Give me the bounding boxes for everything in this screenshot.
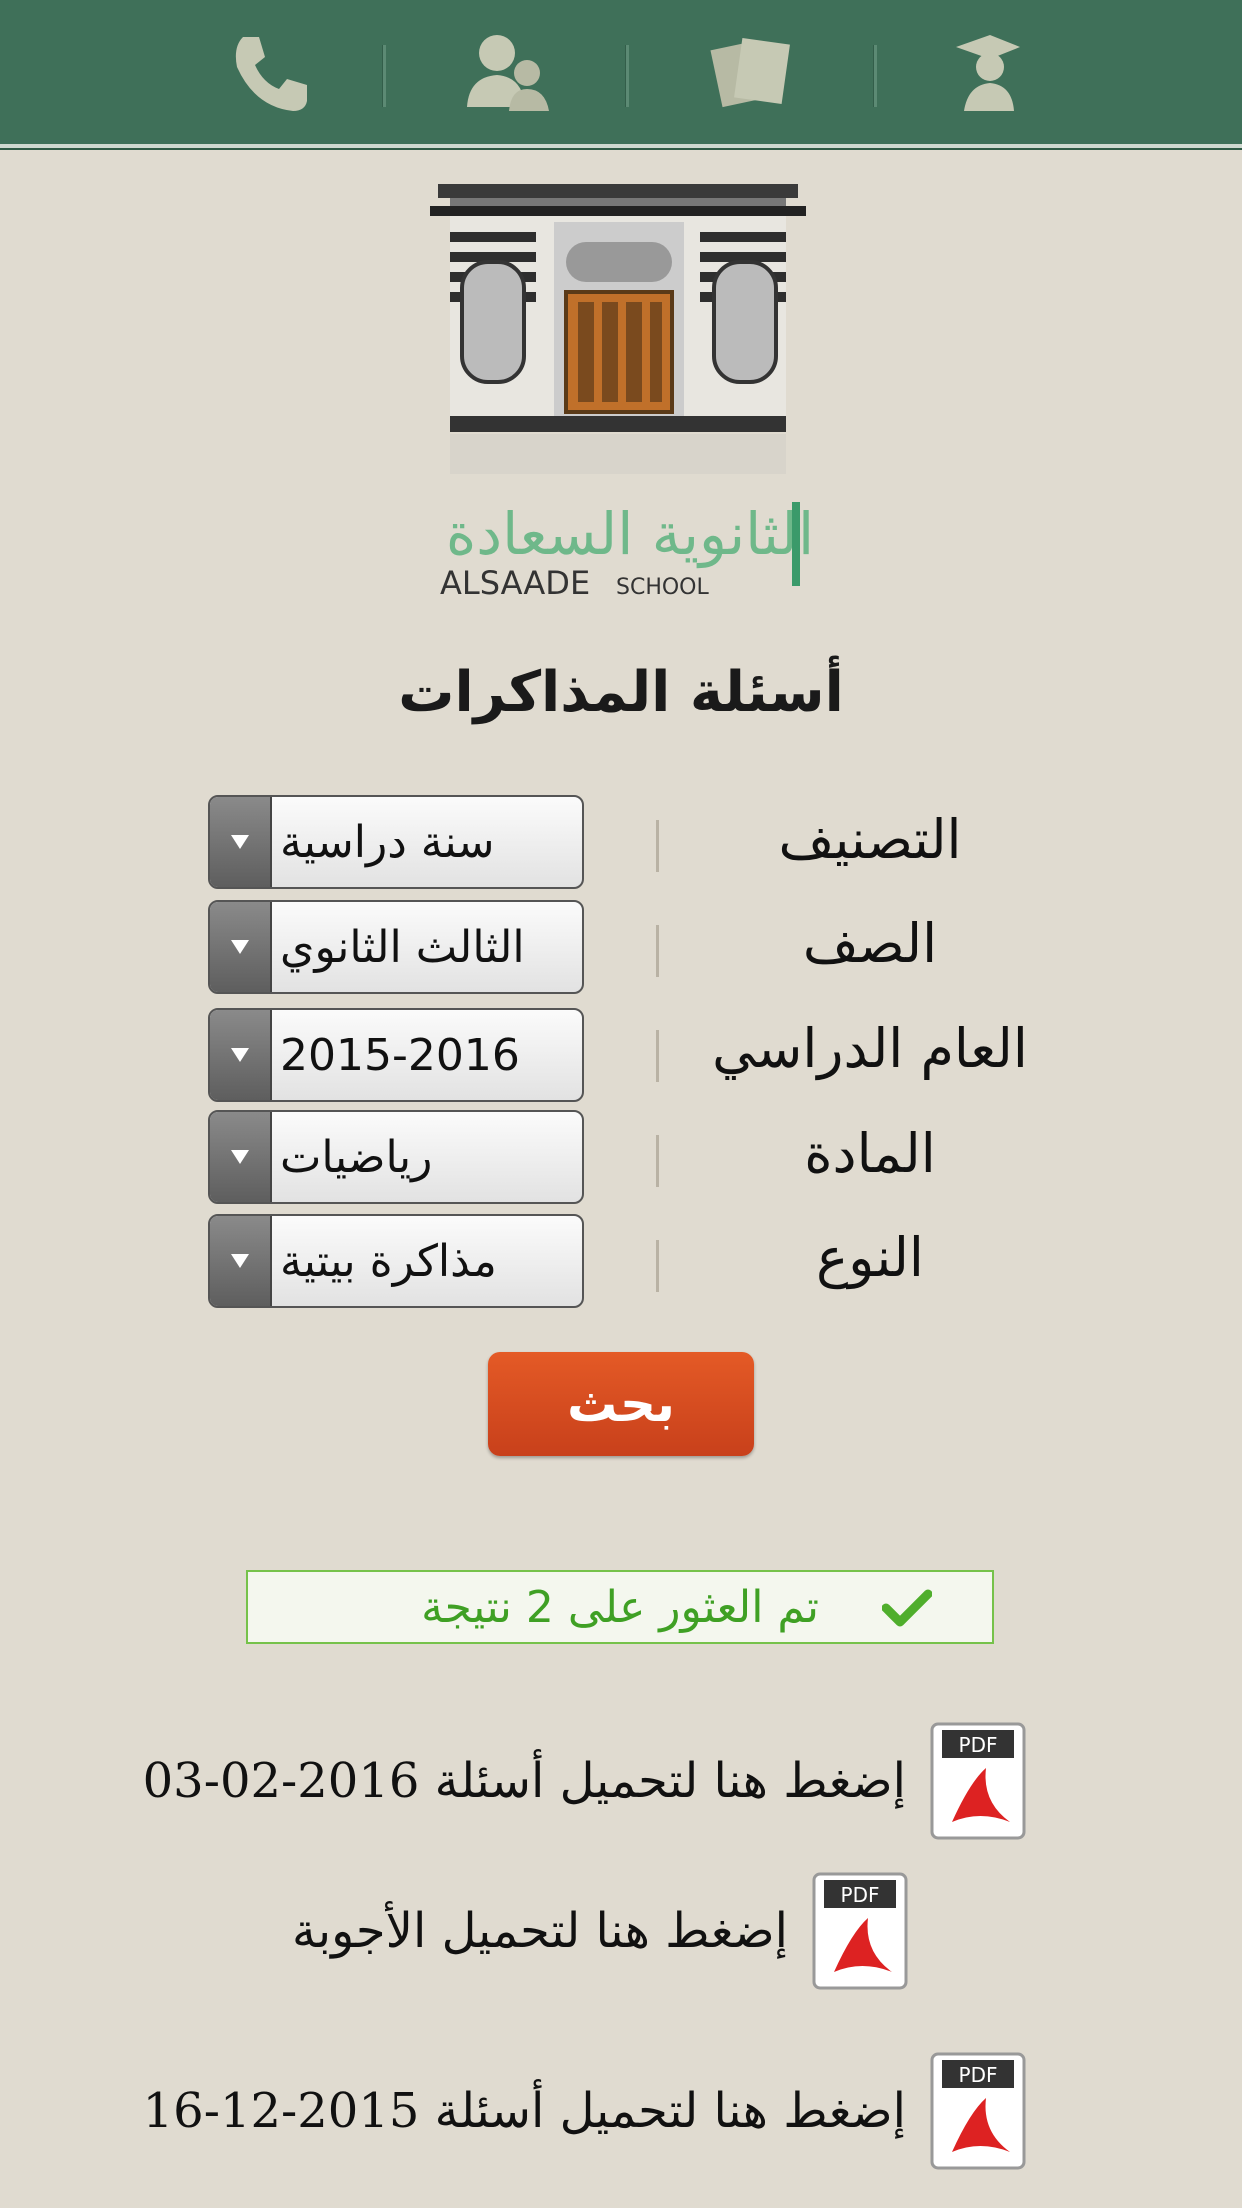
label-year: العام الدراسي bbox=[712, 1017, 1028, 1080]
svg-text:الثانوية السعادة: الثانوية السعادة bbox=[446, 500, 814, 569]
subject-select[interactable]: رياضيات bbox=[208, 1110, 584, 1204]
label-grade: الصف bbox=[802, 912, 938, 975]
papers-icon bbox=[710, 37, 790, 108]
year-value: 2015-2016 bbox=[280, 1029, 520, 1081]
nav-graduate-button[interactable] bbox=[930, 22, 1040, 122]
category-select[interactable]: سنة دراسية bbox=[208, 795, 584, 889]
year-select[interactable]: 2015-2016 bbox=[208, 1008, 584, 1102]
download-answers-link[interactable]: PDF إضغط هنا لتحميل الأجوبة bbox=[292, 1872, 908, 1990]
grade-value: الثالث الثانوي bbox=[280, 921, 525, 973]
users-icon bbox=[467, 35, 549, 111]
dropdown-arrow-icon bbox=[210, 902, 272, 992]
dropdown-arrow-icon bbox=[210, 1216, 272, 1306]
pdf-icon: PDF bbox=[930, 2052, 1026, 2170]
divider bbox=[656, 925, 659, 977]
nav-contact-button[interactable] bbox=[215, 22, 325, 122]
dropdown-arrow-icon bbox=[210, 1112, 272, 1202]
subject-value: رياضيات bbox=[280, 1131, 433, 1183]
results-count-text: تم العثور على 2 نتيجة bbox=[421, 1581, 819, 1633]
svg-text:PDF: PDF bbox=[841, 1883, 880, 1907]
download-text: إضغط هنا لتحميل الأجوبة bbox=[292, 1903, 788, 1959]
pdf-icon: PDF bbox=[930, 1722, 1026, 1840]
phone-icon bbox=[235, 37, 307, 111]
nav-papers-button[interactable] bbox=[697, 22, 807, 122]
type-select[interactable]: مذاكرة بيتية bbox=[208, 1214, 584, 1308]
label-category: التصنيف bbox=[778, 808, 962, 871]
results-found-banner: تم العثور على 2 نتيجة bbox=[246, 1570, 994, 1644]
pdf-icon: PDF bbox=[812, 1872, 908, 1990]
divider bbox=[656, 1030, 659, 1082]
svg-text:PDF: PDF bbox=[959, 2063, 998, 2087]
school-logo: الثانوية السعادة ALSAADE SCHOOL bbox=[420, 182, 820, 602]
checkmark-icon bbox=[882, 1589, 932, 1627]
divider bbox=[656, 820, 659, 872]
type-value: مذاكرة بيتية bbox=[280, 1235, 497, 1287]
dropdown-arrow-icon bbox=[210, 797, 272, 887]
svg-text:SCHOOL: SCHOOL bbox=[616, 575, 710, 600]
nav-users-button[interactable] bbox=[452, 22, 562, 122]
download-questions-link-1[interactable]: PDF إضغط هنا لتحميل أسئلة 2016-02-03 bbox=[143, 1722, 1026, 1840]
grade-select[interactable]: الثالث الثانوي bbox=[208, 900, 584, 994]
label-subject: المادة bbox=[804, 1122, 936, 1185]
label-type: النوع bbox=[816, 1226, 924, 1289]
school-building-logo: الثانوية السعادة ALSAADE SCHOOL bbox=[430, 184, 814, 602]
search-button[interactable]: بحث bbox=[488, 1352, 754, 1456]
dropdown-arrow-icon bbox=[210, 1010, 272, 1100]
download-questions-link-2[interactable]: PDF إضغط هنا لتحميل أسئلة 2015-12-16 bbox=[143, 2052, 1026, 2170]
category-value: سنة دراسية bbox=[280, 816, 495, 868]
download-text: إضغط هنا لتحميل أسئلة 2016-02-03 bbox=[142, 1753, 906, 1809]
svg-text:PDF: PDF bbox=[959, 1733, 998, 1757]
download-text: إضغط هنا لتحميل أسئلة 2015-12-16 bbox=[142, 2083, 906, 2139]
page-title: أسئلة المذاكرات bbox=[398, 660, 844, 725]
svg-text:ALSAADE: ALSAADE bbox=[440, 564, 590, 602]
top-nav-bar bbox=[0, 0, 1242, 148]
graduate-icon bbox=[956, 35, 1020, 111]
divider bbox=[656, 1240, 659, 1292]
divider bbox=[656, 1135, 659, 1187]
